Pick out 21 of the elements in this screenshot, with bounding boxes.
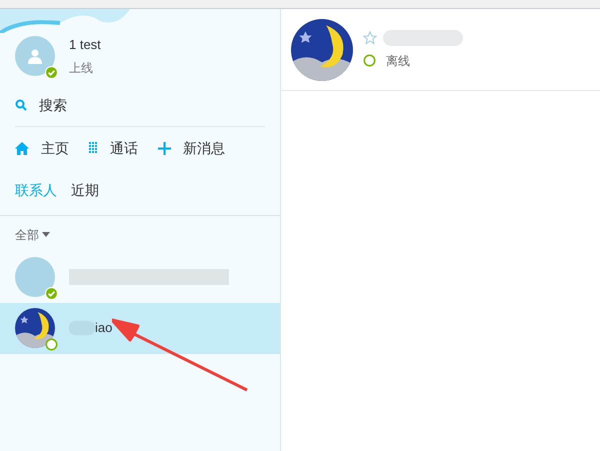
star-icon[interactable] [363,30,377,44]
home-icon [15,142,29,154]
moon-avatar-icon [15,308,55,348]
person-icon [27,48,43,64]
profile-status: 上线 [69,60,94,76]
nav-button[interactable]: 通话 [89,138,138,158]
dialpad-icon [89,142,98,154]
plus-icon [158,142,171,154]
nav-button[interactable]: 主页 [15,138,69,158]
search-field[interactable]: 搜索 [15,94,265,126]
caret-icon [42,232,50,237]
tab[interactable]: 近期 [71,180,99,200]
search-icon [15,99,27,111]
profile-avatar[interactable] [15,36,55,76]
filter-dropdown[interactable]: 全部 [0,226,65,244]
contact-status: 离线 [386,52,410,70]
profile-name: 1 test [69,36,101,54]
contact-item[interactable]: iao [0,302,280,354]
nav-button[interactable]: 新消息 [158,138,225,158]
contact-name: iao [95,319,112,338]
contact-avatar [15,257,55,297]
